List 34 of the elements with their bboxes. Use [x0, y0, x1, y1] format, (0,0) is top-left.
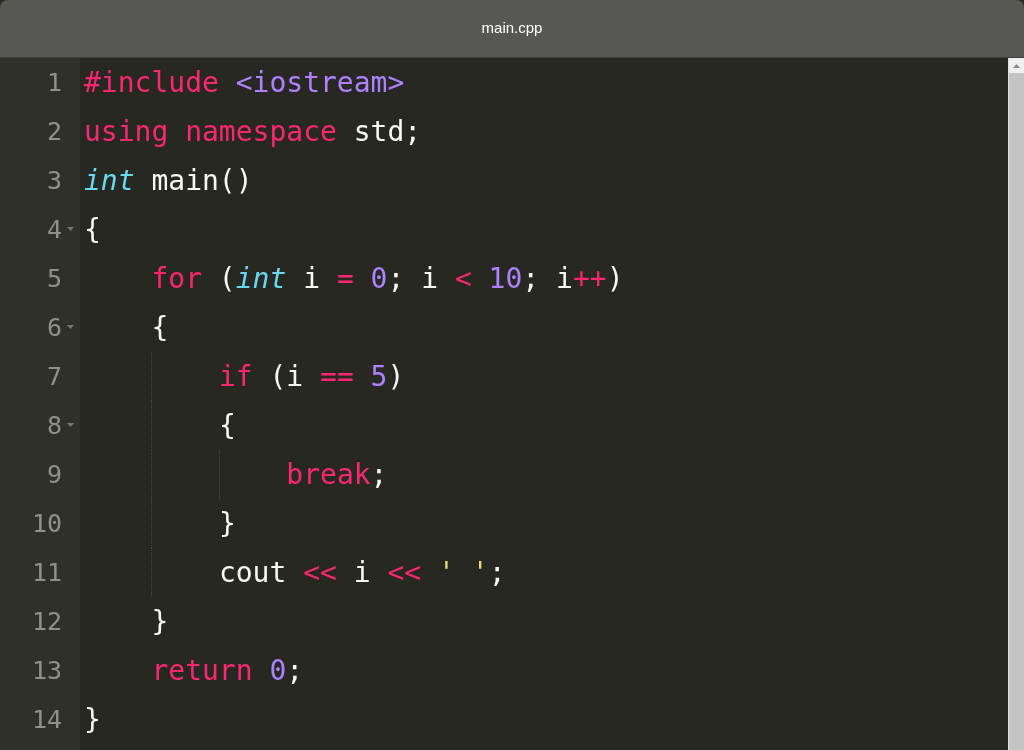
line-number: 11 [31, 557, 62, 588]
line-number: 4 [46, 214, 62, 245]
line-number: 9 [46, 459, 62, 490]
line-number: 10 [31, 508, 62, 539]
code-line: cout << i << ' '; [218, 555, 506, 590]
code-line: { [218, 408, 236, 443]
code-line: for (int i = 0; i < 10; i++) [151, 261, 624, 296]
fold-arrow-icon[interactable] [67, 325, 74, 329]
line-number: 3 [46, 165, 62, 196]
line-number: 2 [46, 116, 62, 147]
line-number: 12 [31, 606, 62, 637]
code-line: } [218, 506, 236, 541]
line-number: 8 [46, 410, 62, 441]
fold-arrow-icon[interactable] [67, 227, 74, 231]
line-number: 13 [31, 655, 62, 686]
code-line: int main() [84, 163, 253, 198]
window-title: main.cpp [481, 18, 543, 39]
scroll-up-arrow-icon[interactable] [1013, 63, 1020, 68]
line-number: 14 [31, 704, 62, 735]
line-number: 7 [46, 361, 62, 392]
code-line: return 0; [151, 653, 304, 688]
line-number: 5 [46, 263, 62, 294]
code-line: { [84, 212, 101, 247]
code-line: break; [286, 457, 388, 492]
code-line: #include <iostream> [84, 65, 405, 100]
code-line: } [151, 604, 169, 639]
line-number: 1 [46, 67, 62, 98]
scrollbar[interactable] [1008, 58, 1024, 750]
line-number: 6 [46, 312, 62, 343]
fold-arrow-icon[interactable] [67, 423, 74, 427]
code-line: if (i == 5) [218, 359, 405, 394]
code-line: { [151, 310, 169, 345]
code-line: } [84, 702, 101, 737]
code-line: using namespace std; [84, 114, 422, 149]
